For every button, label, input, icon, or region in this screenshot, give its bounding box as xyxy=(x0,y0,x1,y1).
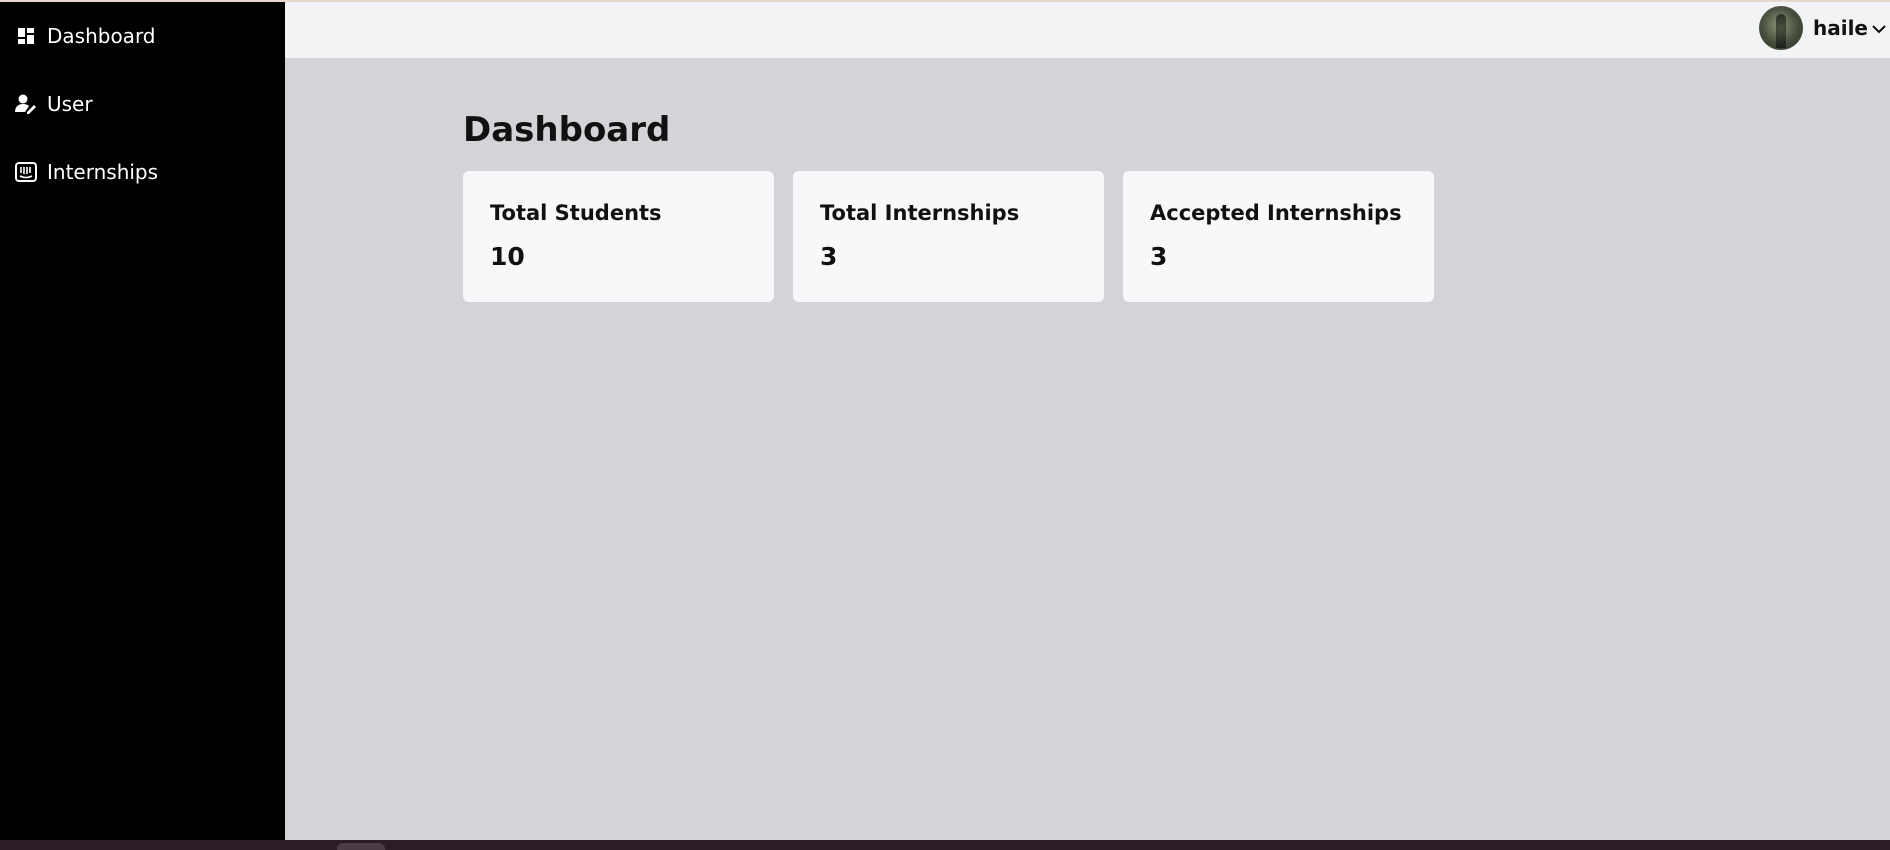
card-value: 10 xyxy=(490,242,525,271)
sidebar-item-user[interactable]: User xyxy=(0,80,285,128)
sidebar-item-label: User xyxy=(47,92,93,116)
stat-card-total-internships: Total Internships 3 xyxy=(793,171,1104,302)
page-title: Dashboard xyxy=(463,110,671,150)
sidebar-item-label: Internships xyxy=(47,160,159,184)
card-label: Total Internships xyxy=(820,201,1020,225)
card-label: Accepted Internships xyxy=(1150,201,1402,225)
top-bar: haile xyxy=(285,2,1890,58)
os-taskbar xyxy=(0,840,1890,850)
sidebar: Dashboard User Internships xyxy=(0,2,285,840)
dashboard-icon xyxy=(15,25,37,47)
user-menu[interactable]: haile xyxy=(1758,4,1890,52)
chevron-down-icon[interactable] xyxy=(1872,21,1886,35)
stat-card-accepted-internships: Accepted Internships 3 xyxy=(1123,171,1434,302)
taskbar-item[interactable] xyxy=(337,843,385,850)
sidebar-item-dashboard[interactable]: Dashboard xyxy=(0,12,285,60)
stat-card-total-students: Total Students 10 xyxy=(463,171,774,302)
sidebar-item-internships[interactable]: Internships xyxy=(0,148,285,196)
avatar[interactable] xyxy=(1758,6,1803,50)
sidebar-item-label: Dashboard xyxy=(47,24,156,48)
app-window: Dashboard User Internships haile Dashboa… xyxy=(0,0,1890,850)
internships-icon xyxy=(15,161,37,183)
card-value: 3 xyxy=(1150,242,1168,271)
user-name[interactable]: haile xyxy=(1813,16,1868,40)
main-content: Dashboard Total Students 10 Total Intern… xyxy=(285,58,1890,840)
card-value: 3 xyxy=(820,242,838,271)
user-edit-icon xyxy=(15,93,37,115)
card-label: Total Students xyxy=(490,201,662,225)
